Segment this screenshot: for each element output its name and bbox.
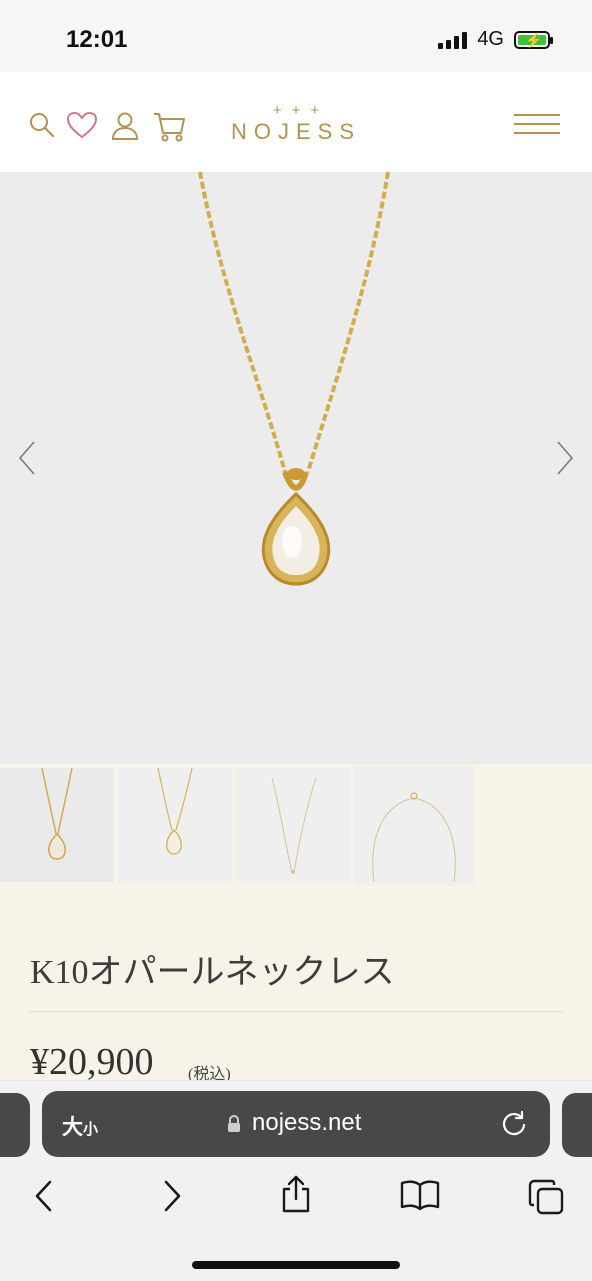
divider — [30, 1011, 562, 1012]
cart-icon[interactable] — [152, 111, 186, 148]
logo-crosses: +++ — [272, 102, 330, 119]
next-tab-edge[interactable] — [562, 1093, 592, 1157]
chevron-right-icon[interactable] — [554, 440, 574, 476]
battery-icon: ⚡ — [514, 30, 553, 49]
heart-icon[interactable] — [66, 111, 98, 144]
account-icon[interactable] — [110, 111, 140, 146]
lock-icon — [227, 1114, 241, 1138]
forward-button[interactable] — [160, 1179, 184, 1218]
hamburger-menu-icon[interactable] — [514, 114, 560, 141]
charging-bolt-icon: ⚡ — [525, 31, 543, 48]
chevron-left-icon[interactable] — [18, 440, 38, 476]
product-main-image — [0, 172, 592, 764]
tabs-icon[interactable] — [528, 1179, 564, 1220]
site-logo[interactable]: +++ NOJESS — [226, 102, 366, 145]
text-size-small: 小 — [83, 1121, 99, 1138]
share-icon[interactable] — [280, 1175, 312, 1218]
browser-toolbar: 大小 nojess.net — [0, 1080, 592, 1281]
product-title: K10オパールネックレス — [30, 954, 395, 991]
thumbnail-2[interactable] — [118, 768, 232, 882]
back-button[interactable] — [32, 1179, 56, 1218]
text-size-button[interactable]: 大小 — [62, 1111, 98, 1141]
address-bar[interactable]: 大小 nojess.net — [42, 1091, 550, 1157]
previous-tab-edge[interactable] — [0, 1093, 30, 1157]
site-header: +++ NOJESS — [0, 72, 592, 172]
search-icon[interactable] — [28, 111, 56, 144]
logo-text: NOJESS — [230, 119, 362, 144]
home-indicator — [192, 1261, 400, 1269]
thumbnail-3[interactable] — [236, 768, 350, 882]
network-label: 4G — [477, 28, 504, 50]
status-time: 12:01 — [66, 26, 128, 53]
thumbnail-4[interactable] — [354, 766, 474, 886]
reload-icon[interactable] — [500, 1109, 528, 1142]
necklace-illustration — [198, 172, 390, 586]
signal-icon — [438, 31, 468, 49]
product-price: ¥20,900 — [30, 1041, 154, 1083]
bookmarks-icon[interactable] — [400, 1179, 440, 1216]
text-size-large: 大 — [62, 1116, 83, 1139]
thumbnail-1[interactable] — [0, 768, 114, 882]
status-bar: 12:01 4G ⚡ — [0, 0, 592, 72]
url-text: nojess.net — [252, 1109, 362, 1136]
thumbnail-strip — [0, 766, 592, 886]
status-indicators: 4G ⚡ — [438, 28, 553, 51]
